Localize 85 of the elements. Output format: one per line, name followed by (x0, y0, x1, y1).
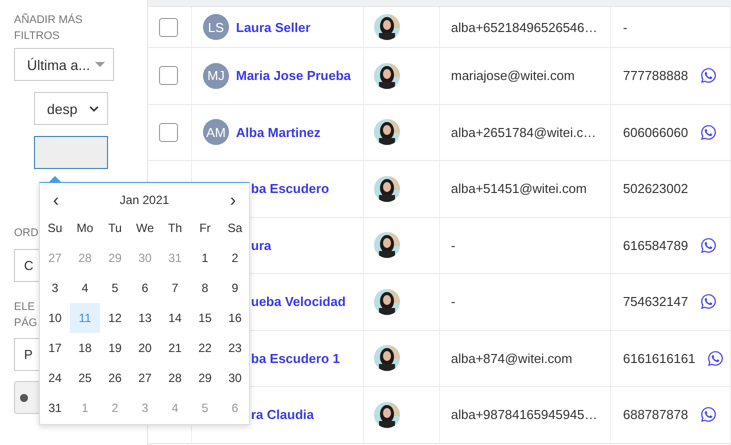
operator-select[interactable]: desp (34, 92, 108, 125)
tool-icon (19, 392, 29, 402)
calendar-day[interactable]: 10 (40, 303, 70, 333)
filter-select[interactable]: Última a... (14, 48, 114, 81)
contact-name-link[interactable]: Alba Martinez (236, 124, 321, 140)
contact-name-link[interactable]: ba Escudero (251, 181, 330, 196)
calendar-day[interactable]: 28 (160, 363, 190, 393)
email-text: - (451, 294, 456, 310)
chevron-icon (89, 104, 99, 114)
initials-avatar: LS (203, 14, 229, 40)
calendar-day[interactable]: 29 (190, 363, 220, 393)
calendar-day[interactable]: 8 (190, 273, 220, 303)
phone-text: 616584789 (623, 238, 688, 253)
weekday-label: Th (166, 220, 183, 237)
prev-month-button[interactable]: ‹ (49, 190, 63, 210)
weekday-label: Sa (226, 220, 244, 237)
calendar-day[interactable]: 12 (100, 303, 130, 333)
row-checkbox[interactable] (159, 18, 178, 36)
phone-text: 777788888 (623, 68, 688, 84)
calendar-day[interactable]: 14 (160, 303, 190, 333)
calendar-day[interactable]: 9 (220, 273, 250, 303)
email-text: alba+51451@witei.com (451, 181, 587, 196)
row-checkbox[interactable] (159, 66, 178, 86)
whatsapp-icon[interactable] (700, 67, 718, 84)
calendar-day[interactable]: 4 (70, 273, 100, 303)
calendar-day[interactable]: 20 (130, 333, 160, 363)
calendar-day[interactable]: 24 (40, 363, 70, 393)
weekday-label: Fr (198, 220, 212, 237)
calendar-day[interactable]: 22 (190, 333, 220, 363)
calendar-day[interactable]: 30 (220, 363, 250, 393)
initials-avatar: MJ (203, 62, 229, 89)
section-label: AÑADIR MÁS FILTROS (14, 12, 84, 44)
weekday-label: We (135, 220, 155, 237)
phone-text: 754632147 (623, 294, 688, 310)
contact-name-link[interactable]: ueba Velocidad (251, 294, 346, 310)
contact-name-link[interactable]: ura (251, 238, 272, 253)
calendar-day[interactable]: 25 (70, 363, 100, 393)
contact-name-link[interactable]: ba Escudero 1 (251, 350, 340, 366)
date-input[interactable] (34, 136, 108, 169)
calendar-day[interactable]: 5 (100, 273, 130, 303)
email-text: alba+874@witei.com (451, 350, 572, 366)
month-title: Jan 2021 (120, 193, 170, 207)
calendar-day[interactable]: 23 (220, 333, 250, 363)
contact-name-link[interactable]: ra Claudia (251, 407, 314, 422)
calendar-day[interactable]: 21 (160, 333, 190, 363)
phone-text: 6161616161 (623, 350, 696, 366)
email-text: alba+2651784@witei.c… (451, 124, 596, 140)
calendar-day[interactable]: 1 (190, 243, 220, 273)
calendar-day[interactable]: 26 (100, 363, 130, 393)
weekday-label: Tu (107, 220, 123, 237)
weekday-label: Mo (76, 220, 94, 237)
order-label: ORD (14, 226, 38, 241)
calendar-day[interactable]: 19 (100, 333, 130, 363)
phone-text: - (623, 20, 628, 34)
contact-name-link[interactable]: Maria Jose Prueba (236, 68, 351, 84)
contact-name-link[interactable]: Laura Seller (236, 20, 310, 34)
phone-text: 606066060 (623, 124, 688, 140)
calendar-day[interactable]: 2 (220, 243, 250, 273)
email-text: mariajose@witei.com (451, 68, 575, 84)
calendar-day[interactable]: 13 (130, 303, 160, 333)
row-checkbox[interactable] (159, 122, 178, 142)
email-text: alba+98784165945945… (451, 407, 598, 422)
calendar-day[interactable]: 3 (40, 273, 70, 303)
whatsapp-icon[interactable] (700, 293, 718, 310)
whatsapp-icon[interactable] (700, 236, 718, 254)
weekday-label: Su (46, 220, 64, 237)
calendar-day[interactable]: 7 (160, 273, 190, 303)
calendar-day[interactable]: 18 (70, 333, 100, 363)
phone-text: 688787878 (623, 407, 688, 422)
next-month-button[interactable]: › (226, 190, 240, 210)
calendar-day[interactable]: 27 (130, 363, 160, 393)
caret-icon (95, 62, 105, 67)
whatsapp-icon[interactable] (700, 124, 718, 141)
calendar-day[interactable]: 16 (220, 303, 250, 333)
calendar-day[interactable]: 17 (40, 333, 70, 363)
whatsapp-icon[interactable] (700, 406, 718, 424)
calendar-day[interactable]: 15 (190, 303, 220, 333)
initials-avatar: AM (203, 119, 229, 146)
whatsapp-icon[interactable] (707, 350, 724, 367)
calendar-day[interactable]: 6 (130, 273, 160, 303)
email-text: - (451, 238, 456, 253)
calendar-day[interactable]: 31 (40, 393, 70, 423)
per-page-label: ELE PÁG (14, 300, 38, 331)
phone-text: 502623002 (623, 181, 688, 196)
email-text: alba+65218496526546… (451, 20, 598, 34)
